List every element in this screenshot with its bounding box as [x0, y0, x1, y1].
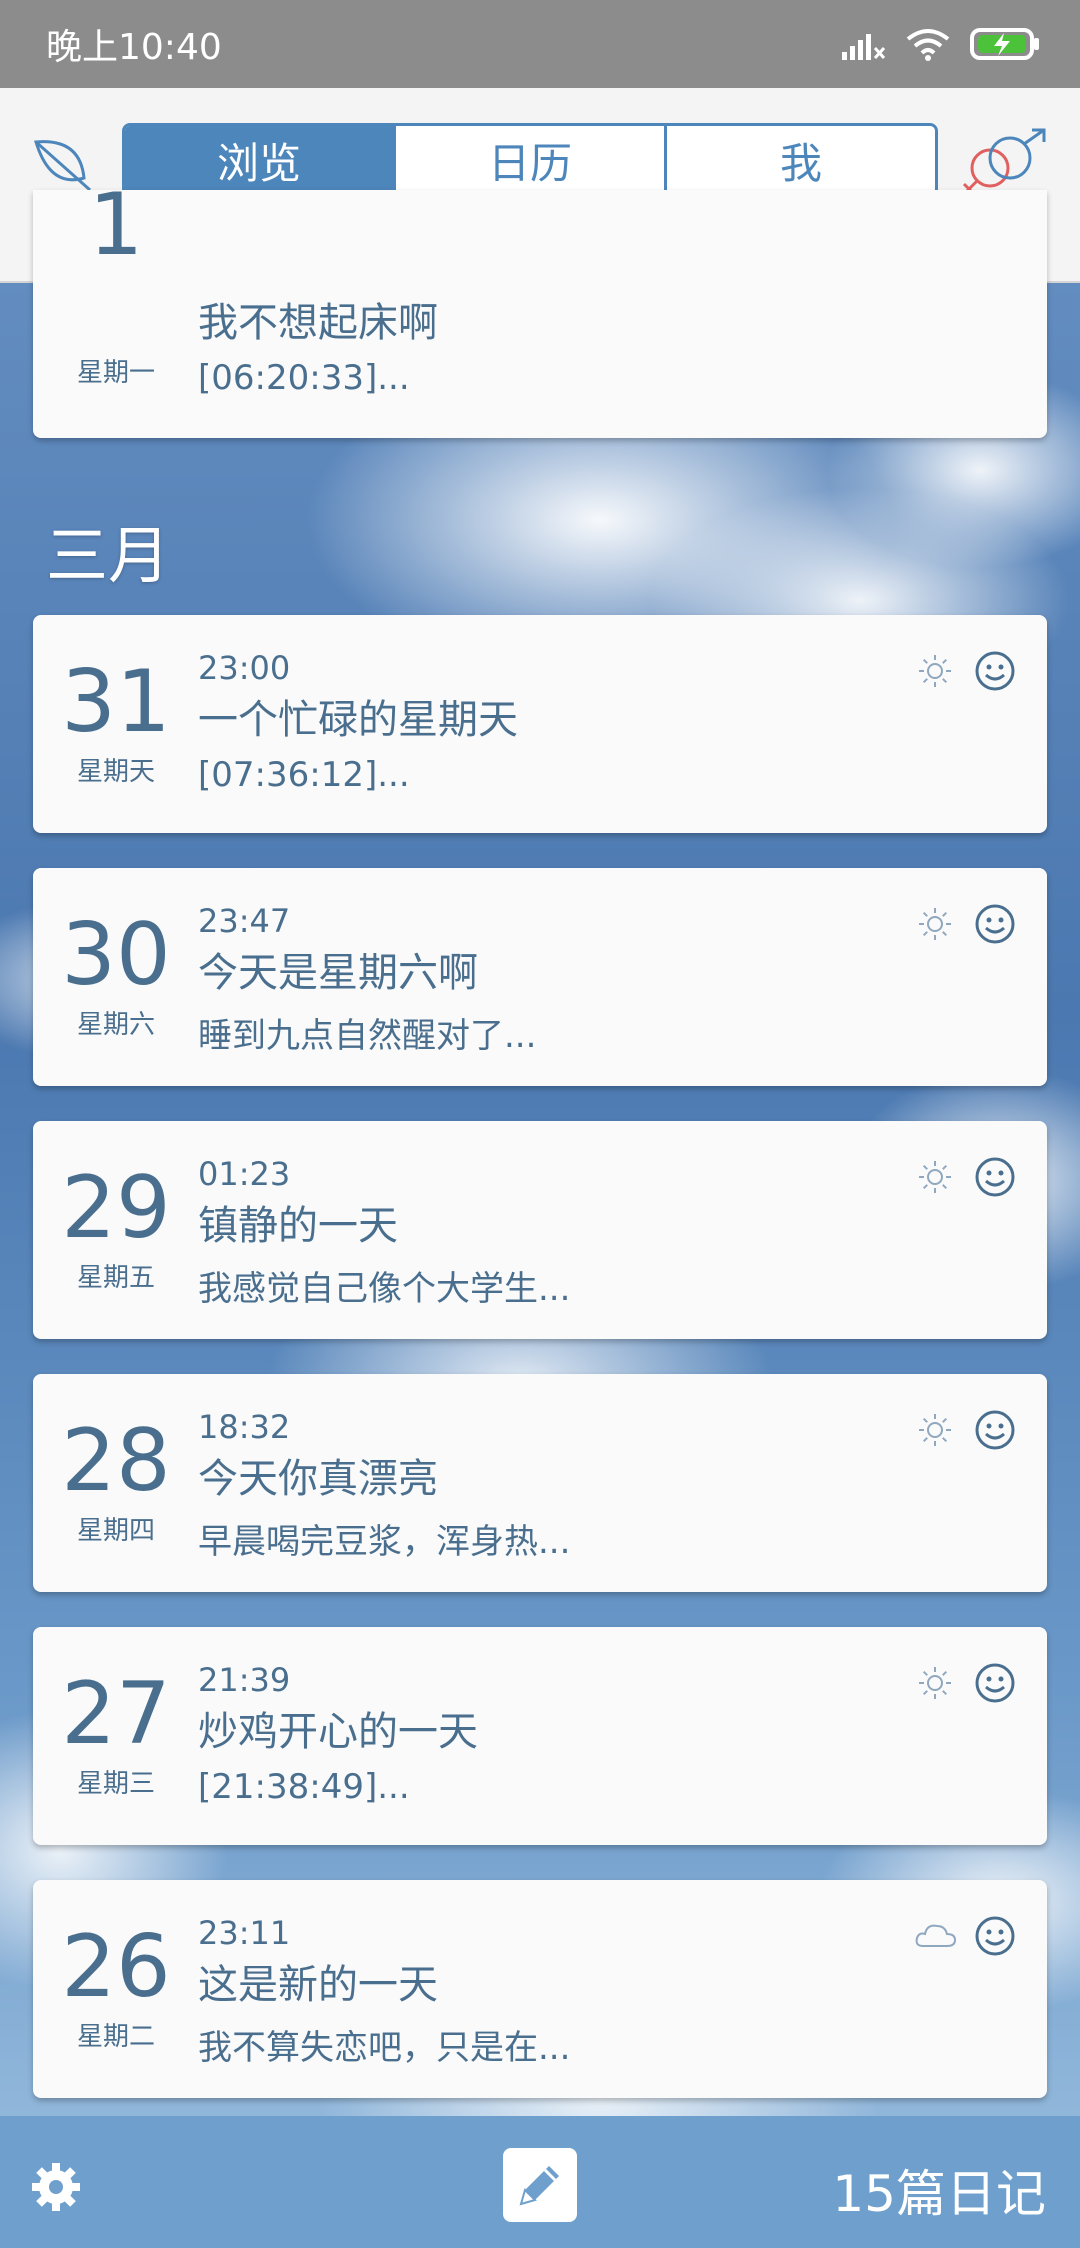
entry-weekday: 星期五 [76, 1263, 155, 1293]
sun-icon [913, 902, 957, 946]
diary-entry-card[interactable]: 30 星期六 23:47 今天是星期六啊睡到九点自然醒对了... [33, 868, 1047, 1086]
entry-preview: [07:36:12]... [198, 755, 410, 795]
smile-icon [973, 1661, 1017, 1705]
diary-entry-card[interactable]: 31 星期天 23:00 一个忙碌的星期天 [07:36:12]... [33, 615, 1047, 833]
smile-icon [973, 1408, 1017, 1452]
entry-weekday: 星期三 [76, 1769, 155, 1799]
diary-entry-card[interactable]: 28 星期四 18:32 今天你真漂亮早晨喝完豆浆，浑身热... [33, 1374, 1047, 1592]
view-switcher: 浏览 日历 我 [122, 123, 938, 197]
entry-day: 31 [61, 652, 171, 752]
status-icons [842, 27, 1040, 61]
status-time: 晚上10:40 [46, 27, 222, 68]
entry-title: 一个忙碌的星期天 [198, 697, 518, 743]
entry-weekday: 星期六 [76, 1010, 155, 1040]
new-entry-button[interactable] [503, 2148, 577, 2222]
smile-icon [973, 902, 1017, 946]
signal-icon [842, 34, 886, 60]
entry-preview: 我感觉自己像个大学生... [198, 1269, 571, 1309]
bottom-bar: 15篇日记 [0, 2116, 1080, 2248]
settings-gear-icon[interactable] [30, 2161, 82, 2213]
sun-icon [913, 1408, 957, 1452]
entry-weekday: 星期四 [76, 1516, 155, 1546]
pencil-icon [519, 2166, 559, 2206]
entry-time: 23:47 [198, 902, 291, 940]
sun-icon [913, 1155, 957, 1199]
gender-icon[interactable] [960, 128, 1050, 198]
entry-preview: [06:20:33]... [198, 358, 410, 398]
month-label: 三月 [46, 519, 171, 592]
diary-entry-card[interactable]: 27 星期三 21:39 炒鸡开心的一天 [21:38:49]... [33, 1627, 1047, 1845]
entry-day: 29 [61, 1158, 171, 1258]
smile-icon [973, 649, 1017, 693]
entry-title: 今天你真漂亮 [198, 1456, 438, 1502]
entry-time: 23:11 [198, 1914, 291, 1952]
diary-entry-card[interactable]: 1 星期一 我不想起床啊 [06:20:33]... [33, 180, 1047, 438]
entry-day: 28 [61, 1411, 171, 1511]
tab-calendar[interactable]: 日历 [396, 126, 667, 194]
entry-preview: 早晨喝完豆浆，浑身热... [198, 1522, 571, 1562]
tab-me[interactable]: 我 [667, 126, 935, 194]
entry-weekday: 星期天 [76, 757, 155, 787]
entry-time: 01:23 [198, 1155, 291, 1193]
entry-time: 21:39 [198, 1661, 291, 1699]
entry-day: 1 [88, 175, 144, 275]
entry-weekday: 星期二 [76, 2022, 155, 2052]
smile-icon [973, 1155, 1017, 1199]
entry-title: 我不想起床啊 [198, 300, 438, 346]
status-bar: 晚上10:40 [0, 0, 1080, 88]
entry-preview: [21:38:49]... [198, 1767, 410, 1807]
entry-title: 炒鸡开心的一天 [198, 1709, 478, 1755]
diary-entry-card[interactable]: 26 星期二 23:11 这是新的一天我不算失恋吧，只是在... [33, 1880, 1047, 2098]
entry-time: 18:32 [198, 1408, 291, 1446]
smile-icon [973, 1914, 1017, 1958]
entry-day: 26 [61, 1917, 171, 2017]
entry-title: 这是新的一天 [198, 1962, 438, 2008]
sun-icon [913, 649, 957, 693]
diary-count: 15篇日记 [832, 2165, 1046, 2223]
diary-entry-card[interactable]: 29 星期五 01:23 镇静的一天我感觉自己像个大学生... [33, 1121, 1047, 1339]
entry-title: 今天是星期六啊 [198, 950, 478, 996]
entry-day: 27 [61, 1664, 171, 1764]
entry-time: 23:00 [198, 649, 291, 687]
entry-weekday: 星期一 [76, 358, 155, 388]
entry-preview: 我不算失恋吧，只是在... [198, 2028, 571, 2068]
entry-day: 30 [61, 905, 171, 1005]
battery-charging-icon [970, 28, 1039, 60]
entry-preview: 睡到九点自然醒对了... [198, 1016, 537, 1056]
sun-icon [913, 1661, 957, 1705]
wifi-icon [906, 29, 950, 61]
entry-title: 镇静的一天 [198, 1203, 398, 1249]
cloud-icon [913, 1914, 957, 1958]
